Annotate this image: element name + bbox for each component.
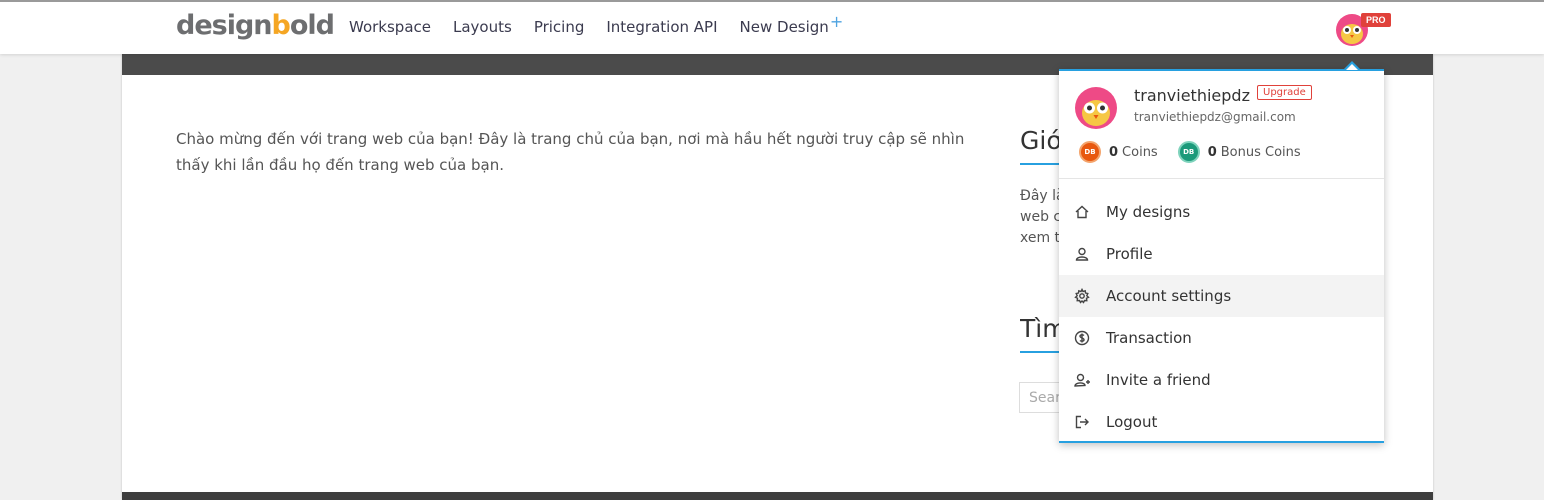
coins-value: 0 — [1109, 144, 1119, 160]
nav-workspace[interactable]: Workspace — [349, 18, 431, 37]
user-plus-icon — [1074, 372, 1090, 388]
account-menu: My designs Profile Account settings Tran… — [1059, 191, 1384, 443]
home-icon — [1074, 204, 1090, 220]
logout-icon — [1074, 414, 1090, 430]
upgrade-button[interactable]: Upgrade — [1257, 85, 1312, 100]
bonus-coin-icon: DB — [1177, 141, 1200, 163]
nav-integration-api[interactable]: Integration API — [606, 18, 717, 37]
nav-new-design-label: New Design — [739, 18, 829, 36]
username: tranviethiepdz — [1134, 86, 1250, 105]
footer-band — [122, 492, 1433, 500]
dropdown-divider — [1059, 178, 1384, 179]
gear-icon — [1074, 288, 1090, 304]
coin-icon: DB — [1079, 141, 1101, 163]
coins-label: Coins — [1122, 144, 1158, 160]
bonus-coins-label: Bonus Coins — [1220, 144, 1301, 160]
main-nav: Workspace Layouts Pricing Integration AP… — [349, 12, 865, 37]
nav-pricing[interactable]: Pricing — [534, 18, 585, 37]
menu-item-label: My designs — [1106, 203, 1191, 221]
top-navbar: designbold Workspace Layouts Pricing Int… — [0, 0, 1544, 54]
menu-item-account-settings[interactable]: Account settings — [1059, 275, 1384, 317]
menu-item-label: Invite a friend — [1106, 371, 1211, 389]
logo-text-end: old — [289, 10, 335, 41]
account-dropdown: tranviethiepdz Upgrade tranviethiepdz@gm… — [1059, 69, 1384, 443]
menu-item-label: Transaction — [1106, 329, 1192, 347]
dollar-circle-icon — [1074, 330, 1090, 346]
menu-item-my-designs[interactable]: My designs — [1059, 191, 1384, 233]
designbold-logo[interactable]: designbold — [176, 10, 335, 41]
menu-item-label: Profile — [1106, 245, 1153, 263]
welcome-text: Chào mừng đến với trang web của bạn! Đây… — [176, 130, 965, 174]
logo-text: design — [176, 10, 273, 41]
user-email: tranviethiepdz@gmail.com — [1134, 110, 1296, 124]
nav-new-design[interactable]: New Design+ — [739, 12, 844, 37]
bonus-coins-value: 0 — [1207, 144, 1217, 160]
menu-item-invite-friend[interactable]: Invite a friend — [1059, 359, 1384, 401]
menu-item-logout[interactable]: Logout — [1059, 401, 1384, 443]
user-icon — [1074, 246, 1090, 262]
menu-item-label: Account settings — [1106, 287, 1232, 305]
menu-item-profile[interactable]: Profile — [1059, 233, 1384, 275]
dropdown-caret-inner — [1346, 64, 1358, 70]
nav-layouts[interactable]: Layouts — [453, 18, 512, 37]
menu-item-label: Logout — [1106, 413, 1158, 431]
coins-row: DB 0 Coins DB 0 Bonus Coins — [1079, 141, 1301, 163]
dropdown-avatar — [1075, 87, 1117, 129]
logo-text-accent: b — [271, 10, 291, 41]
menu-item-transaction[interactable]: Transaction — [1059, 317, 1384, 359]
pro-badge: PRO — [1361, 13, 1391, 27]
plus-icon: + — [829, 12, 844, 31]
